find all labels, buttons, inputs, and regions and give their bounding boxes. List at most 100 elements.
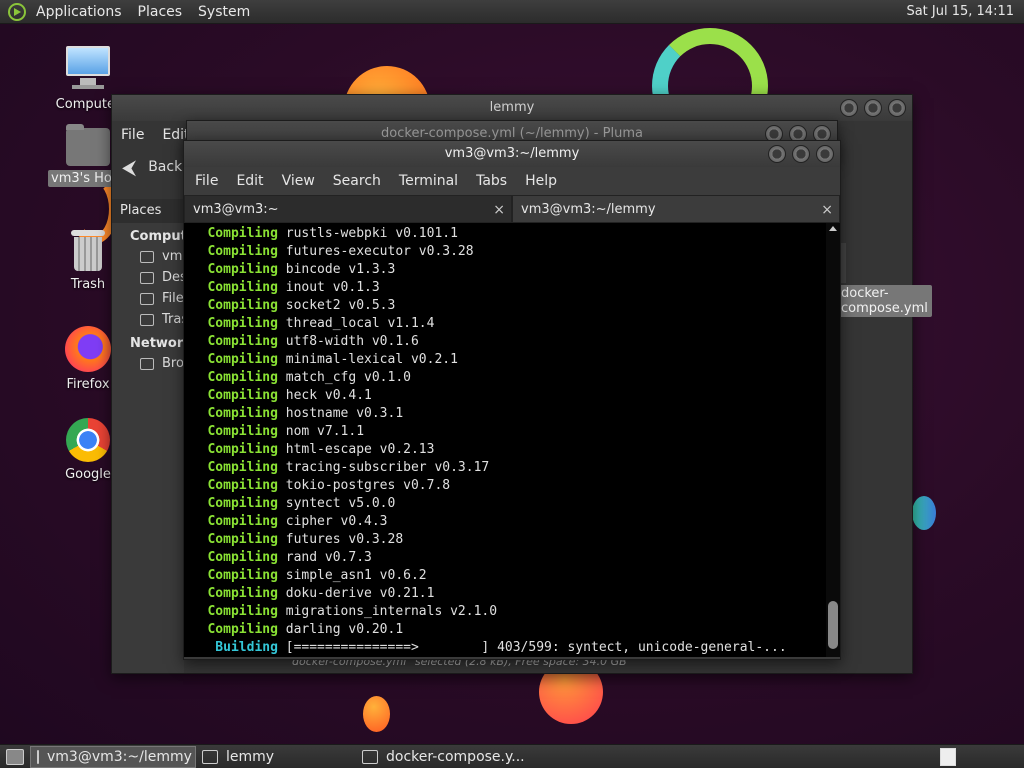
compiling-keyword: Compiling — [184, 262, 278, 277]
close-button[interactable] — [888, 99, 906, 117]
crate-name: futures-executor v0.3.28 — [277, 244, 474, 259]
show-desktop-icon[interactable] — [6, 748, 24, 765]
compiling-keyword: Compiling — [184, 334, 278, 349]
task-button-terminal[interactable]: vm3@vm3:~/lemmy — [30, 745, 196, 768]
menu-terminal[interactable]: Terminal — [390, 173, 467, 189]
close-x-icon[interactable]: × — [493, 196, 505, 224]
crate-name: heck v0.4.1 — [277, 388, 372, 403]
close-button[interactable] — [816, 145, 834, 163]
crate-name: nom v7.1.1 — [277, 424, 365, 439]
terminal-output[interactable]: Compiling rustls-webpki v0.101.1 Compili… — [184, 223, 840, 657]
tab-label: vm3@vm3:~ — [193, 202, 279, 217]
menu-file[interactable]: File — [186, 173, 227, 189]
compiling-keyword: Compiling — [184, 316, 278, 331]
terminal-line: Compiling heck v0.4.1 — [184, 387, 826, 405]
crate-name: tracing-subscriber v0.3.17 — [277, 460, 490, 475]
compiling-keyword: Compiling — [184, 604, 278, 619]
sidebar-item-desktop[interactable]: Desktop — [112, 267, 184, 288]
scroll-up-arrow-icon[interactable] — [829, 226, 837, 231]
minimize-button[interactable] — [840, 99, 858, 117]
crate-name: migrations_internals v2.1.0 — [277, 604, 498, 619]
terminal-line: Compiling thread_local v1.1.4 — [184, 315, 826, 333]
menu-search[interactable]: Search — [324, 173, 390, 189]
crate-name: tokio-postgres v0.7.8 — [277, 478, 451, 493]
window-title: vm3@vm3:~/lemmy — [444, 146, 580, 161]
sidebar-item-browse-network[interactable]: Browse Network — [112, 353, 184, 374]
places-header[interactable]: Places — [112, 199, 184, 223]
terminal-line: Compiling futures v0.3.28 — [184, 531, 826, 549]
terminal-line: Compiling doku-derive v0.21.1 — [184, 585, 826, 603]
minimize-button[interactable] — [768, 145, 786, 163]
compiling-keyword: Compiling — [184, 460, 278, 475]
terminal-line: Compiling rustls-webpki v0.101.1 — [184, 225, 826, 243]
places-sidebar: Places Computer vm3 Desktop File System … — [112, 199, 184, 673]
terminal-scrollbar[interactable] — [826, 223, 840, 657]
terminal-lines: Compiling rustls-webpki v0.101.1 Compili… — [184, 225, 826, 657]
sidebar-item-home[interactable]: vm3 — [112, 246, 184, 267]
firefox-icon — [65, 326, 111, 372]
terminal-titlebar[interactable]: vm3@vm3:~/lemmy — [184, 141, 840, 167]
sidebar-section-computer: Computer — [130, 229, 184, 244]
clock[interactable]: Sat Jul 15, 14:11 — [906, 4, 1024, 19]
task-button-file-manager[interactable]: lemmy — [196, 746, 356, 768]
terminal-line: Compiling nom v7.1.1 — [184, 423, 826, 441]
file-item-docker-compose[interactable]: docker-compose.yml — [837, 285, 932, 317]
task-label: vm3@vm3:~/lemmy — [47, 748, 192, 765]
drive-icon — [140, 293, 154, 305]
terminal-line: Compiling rand v0.7.3 — [184, 549, 826, 567]
terminal-line: Compiling match_cfg v0.1.0 — [184, 369, 826, 387]
terminal-line: Compiling tracing-subscriber v0.3.17 — [184, 459, 826, 477]
compiling-keyword: Compiling — [184, 244, 278, 259]
crate-name: doku-derive v0.21.1 — [277, 586, 435, 601]
applications-menu[interactable]: Applications — [28, 0, 130, 24]
crate-name: minimal-lexical v0.2.1 — [277, 352, 458, 367]
mate-logo-icon[interactable] — [8, 2, 26, 21]
system-menu[interactable]: System — [190, 0, 258, 24]
home-icon — [140, 251, 154, 263]
tab-lemmy[interactable]: vm3@vm3:~/lemmy × — [512, 195, 840, 223]
file-manager-titlebar[interactable]: lemmy — [112, 95, 912, 121]
task-button-pluma[interactable]: docker-compose.y... — [356, 746, 536, 768]
terminal-menubar: File Edit View Search Terminal Tabs Help — [184, 167, 840, 195]
folder-icon — [202, 749, 218, 764]
compiling-keyword: Compiling — [184, 550, 278, 565]
crate-name: cipher v0.4.3 — [277, 514, 388, 529]
maximize-button[interactable] — [792, 145, 810, 163]
top-panel: Applications Places System Sat Jul 15, 1… — [0, 0, 1024, 24]
menu-edit[interactable]: Edit — [227, 173, 272, 189]
compiling-keyword: Compiling — [184, 568, 278, 583]
crate-name: html-escape v0.2.13 — [277, 442, 435, 457]
crate-name: match_cfg v0.1.0 — [277, 370, 411, 385]
terminal-line: Compiling migrations_internals v2.1.0 — [184, 603, 826, 621]
tab-home[interactable]: vm3@vm3:~ × — [184, 195, 512, 223]
menu-file[interactable]: File — [112, 127, 153, 143]
chrome-icon — [66, 418, 110, 462]
workspace-switcher[interactable] — [940, 747, 956, 766]
back-button[interactable]: Back — [148, 159, 182, 175]
terminal-icon — [37, 749, 39, 764]
sidebar-item-trash[interactable]: Trash — [112, 309, 184, 330]
compiling-keyword: Compiling — [184, 442, 278, 457]
places-menu[interactable]: Places — [130, 0, 191, 24]
sidebar-section-network: Network — [130, 336, 184, 351]
compiling-keyword: Compiling — [184, 388, 278, 403]
crate-name: hostname v0.3.1 — [277, 406, 404, 421]
building-keyword: Building — [184, 640, 278, 655]
menu-tabs[interactable]: Tabs — [467, 173, 516, 189]
compiling-keyword: Compiling — [184, 280, 278, 295]
scrollbar-thumb[interactable] — [828, 601, 838, 649]
arrow-left-icon[interactable]: ⮜ — [122, 155, 136, 179]
home-folder-icon — [66, 124, 110, 166]
terminal-line: Compiling minimal-lexical v0.2.1 — [184, 351, 826, 369]
desktop-icon-label: Google — [65, 467, 111, 482]
close-x-icon[interactable]: × — [821, 196, 833, 224]
crate-name: inout v0.1.3 — [277, 280, 380, 295]
compiling-keyword: Compiling — [184, 496, 278, 511]
sidebar-item-filesystem[interactable]: File System — [112, 288, 184, 309]
terminal-line: Compiling simple_asn1 v0.6.2 — [184, 567, 826, 585]
maximize-button[interactable] — [864, 99, 882, 117]
menu-view[interactable]: View — [273, 173, 324, 189]
terminal-line: Compiling syntect v5.0.0 — [184, 495, 826, 513]
terminal-window[interactable]: vm3@vm3:~/lemmy File Edit View Search Te… — [183, 140, 841, 660]
menu-help[interactable]: Help — [516, 173, 566, 189]
